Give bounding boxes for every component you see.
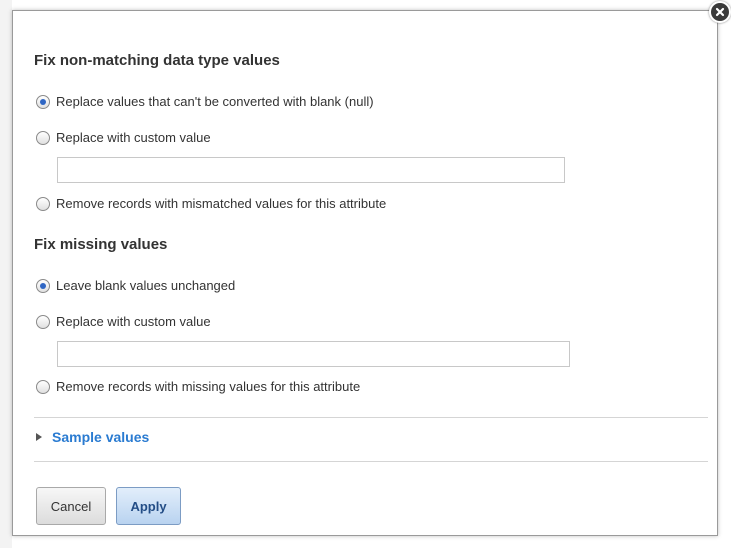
custom-value-input-missing[interactable] bbox=[57, 341, 570, 367]
radio-button[interactable] bbox=[36, 314, 50, 329]
radio-button-checked[interactable] bbox=[36, 94, 50, 109]
radio-leave-blank[interactable]: Leave blank values unchanged bbox=[36, 278, 235, 293]
radio-button[interactable] bbox=[36, 130, 50, 145]
radio-label: Replace with custom value bbox=[56, 130, 211, 145]
radio-button[interactable] bbox=[36, 379, 50, 394]
radio-label: Remove records with missing values for t… bbox=[56, 379, 361, 394]
radio-replace-custom-type[interactable]: Replace with custom value bbox=[36, 130, 211, 145]
radio-label: Leave blank values unchanged bbox=[56, 278, 236, 293]
sample-values-toggle[interactable]: Sample values bbox=[36, 429, 149, 445]
radio-replace-with-null[interactable]: Replace values that can't be converted w… bbox=[36, 94, 374, 109]
disclosure-triangle-icon bbox=[36, 433, 42, 441]
radio-remove-missing[interactable]: Remove records with missing values for t… bbox=[36, 379, 360, 394]
radio-button-checked[interactable] bbox=[36, 278, 50, 293]
section-heading-missing: Fix missing values bbox=[34, 236, 168, 253]
radio-label: Replace with custom value bbox=[56, 314, 211, 329]
sample-values-link[interactable]: Sample values bbox=[52, 429, 149, 445]
divider bbox=[34, 417, 708, 418]
close-button[interactable] bbox=[709, 1, 731, 23]
close-icon bbox=[715, 7, 725, 17]
radio-button[interactable] bbox=[36, 196, 50, 211]
custom-value-input-type[interactable] bbox=[57, 157, 565, 183]
radio-label: Replace values that can't be converted w… bbox=[56, 94, 374, 109]
radio-label: Remove records with mismatched values fo… bbox=[56, 196, 387, 211]
section-heading-type-mismatch: Fix non-matching data type values bbox=[34, 52, 280, 69]
fix-values-dialog bbox=[12, 10, 718, 536]
radio-remove-mismatched[interactable]: Remove records with mismatched values fo… bbox=[36, 196, 386, 211]
cancel-button[interactable]: Cancel bbox=[36, 487, 106, 525]
divider bbox=[34, 461, 708, 462]
apply-button[interactable]: Apply bbox=[116, 487, 181, 525]
backdrop bbox=[0, 0, 12, 548]
radio-replace-custom-missing[interactable]: Replace with custom value bbox=[36, 314, 211, 329]
